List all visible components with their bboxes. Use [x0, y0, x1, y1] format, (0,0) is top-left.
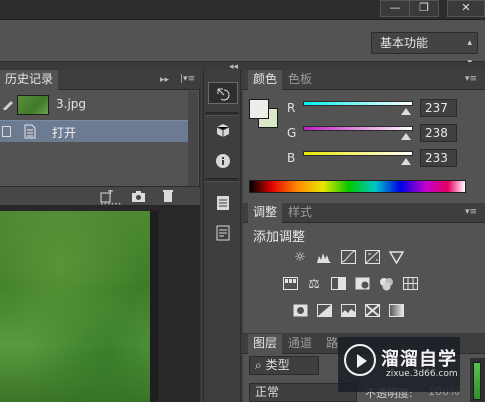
invert-icon[interactable] — [292, 304, 308, 320]
history-panel-tabs: 历史记录 ▸▸ |▾≡ — [0, 70, 200, 90]
paragraph-style-icon[interactable] — [208, 222, 238, 244]
channel-b-label: B — [287, 151, 296, 165]
tab-layers[interactable]: 图层 — [248, 334, 283, 354]
panel-menu-icon[interactable]: |▾≡ — [180, 74, 195, 84]
foreground-color-swatch[interactable] — [249, 99, 269, 119]
watermark-title: 溜溜自学 — [381, 349, 457, 370]
layer-filter-label: 类型 — [265, 358, 290, 372]
panel-menu-icon[interactable]: ▾≡ — [465, 207, 477, 217]
canvas-edge — [150, 211, 158, 402]
adjustments-panel-tabs: 调整 样式 ▾≡ — [243, 203, 485, 223]
snapshot-thumbnail — [17, 95, 49, 115]
hue-saturation-icon[interactable] — [282, 277, 298, 293]
close-button[interactable]: ✕ — [447, 0, 485, 17]
selective-color-icon[interactable] — [364, 304, 380, 320]
brightness-contrast-icon[interactable]: ☼ — [292, 250, 308, 266]
adjustments-heading: 添加调整 — [253, 230, 306, 245]
channel-mixer-icon[interactable] — [378, 277, 394, 293]
tab-color[interactable]: 颜色 — [248, 70, 283, 90]
workspace-label: 基本功能 — [380, 36, 429, 50]
panel-menu-icon[interactable]: ▾≡ — [465, 74, 477, 84]
dock-separator — [205, 112, 239, 116]
search-icon: ⌕ — [255, 358, 262, 372]
layer-filter-select[interactable]: ⌕ 类型 — [249, 356, 319, 375]
snapshot-name: 3.jpg — [56, 97, 87, 111]
channel-r-thumb[interactable] — [401, 108, 411, 115]
history-panel-footer: •••••• — [0, 186, 200, 208]
trash-icon[interactable] — [162, 189, 174, 203]
checkbox[interactable] — [2, 126, 11, 137]
taskbar-app-icon[interactable] — [473, 362, 481, 400]
channel-r-slider[interactable] — [303, 101, 413, 106]
gradient-map-icon[interactable] — [388, 304, 404, 320]
threshold-icon[interactable] — [340, 304, 356, 320]
blend-mode-label: 正常 — [255, 385, 280, 399]
black-white-icon[interactable] — [330, 277, 346, 293]
history-scrollbar[interactable] — [188, 91, 198, 191]
dock-separator — [205, 178, 239, 182]
history-step-label: 打开 — [52, 126, 77, 140]
notes-icon[interactable] — [208, 192, 238, 214]
restore-button[interactable]: ❐ — [409, 0, 439, 17]
history-step-row[interactable]: 打开 — [0, 120, 188, 142]
color-spectrum-bar[interactable] — [249, 180, 466, 193]
history-panel-icon[interactable] — [208, 82, 238, 104]
channel-r-label: R — [287, 101, 296, 115]
channel-g-slider[interactable] — [303, 126, 413, 131]
channel-b-thumb[interactable] — [401, 158, 411, 165]
curves-icon[interactable] — [340, 250, 356, 266]
tab-styles[interactable]: 样式 — [283, 203, 317, 223]
vibrance-icon[interactable] — [388, 250, 404, 266]
camera-snapshot-icon[interactable] — [131, 190, 146, 203]
tab-history[interactable]: 历史记录 — [0, 70, 59, 90]
tab-swatches[interactable]: 色板 — [283, 70, 317, 90]
workspace-select[interactable]: 基本功能 ▴▾ — [371, 32, 478, 68]
posterize-icon[interactable] — [316, 304, 332, 320]
panel-dock-strip — [0, 62, 485, 70]
play-logo-icon — [344, 344, 376, 376]
minimize-button[interactable]: — — [380, 0, 410, 17]
color-lookup-icon[interactable] — [402, 277, 418, 293]
document-icon — [24, 124, 36, 139]
channel-r-value[interactable]: 237 — [420, 99, 457, 117]
photo-filter-icon[interactable] — [354, 277, 370, 293]
color-panel-tabs: 颜色 色板 ▾≡ — [243, 70, 485, 90]
panel-icon-dock — [203, 70, 241, 402]
channel-b-value[interactable]: 233 — [420, 149, 457, 167]
color-balance-icon[interactable]: ⚖ — [306, 277, 322, 293]
watermark-subtitle: zixue.3d66.com — [386, 369, 458, 379]
levels-icon[interactable] — [316, 250, 332, 266]
brush-source-icon[interactable] — [2, 98, 14, 110]
collapse-panel-icon[interactable]: ▸▸ — [160, 75, 169, 85]
info-icon[interactable] — [208, 150, 238, 172]
exposure-icon[interactable] — [364, 250, 380, 266]
channel-b-slider[interactable] — [303, 151, 413, 156]
tab-channels[interactable]: 通道 — [283, 334, 317, 354]
tab-adjustments[interactable]: 调整 — [248, 203, 283, 223]
canvas-image-grass[interactable] — [0, 211, 150, 402]
cube-3d-icon[interactable] — [208, 120, 238, 142]
channel-g-thumb[interactable] — [401, 133, 411, 140]
channel-g-value[interactable]: 238 — [420, 124, 457, 142]
channel-g-label: G — [287, 126, 297, 140]
